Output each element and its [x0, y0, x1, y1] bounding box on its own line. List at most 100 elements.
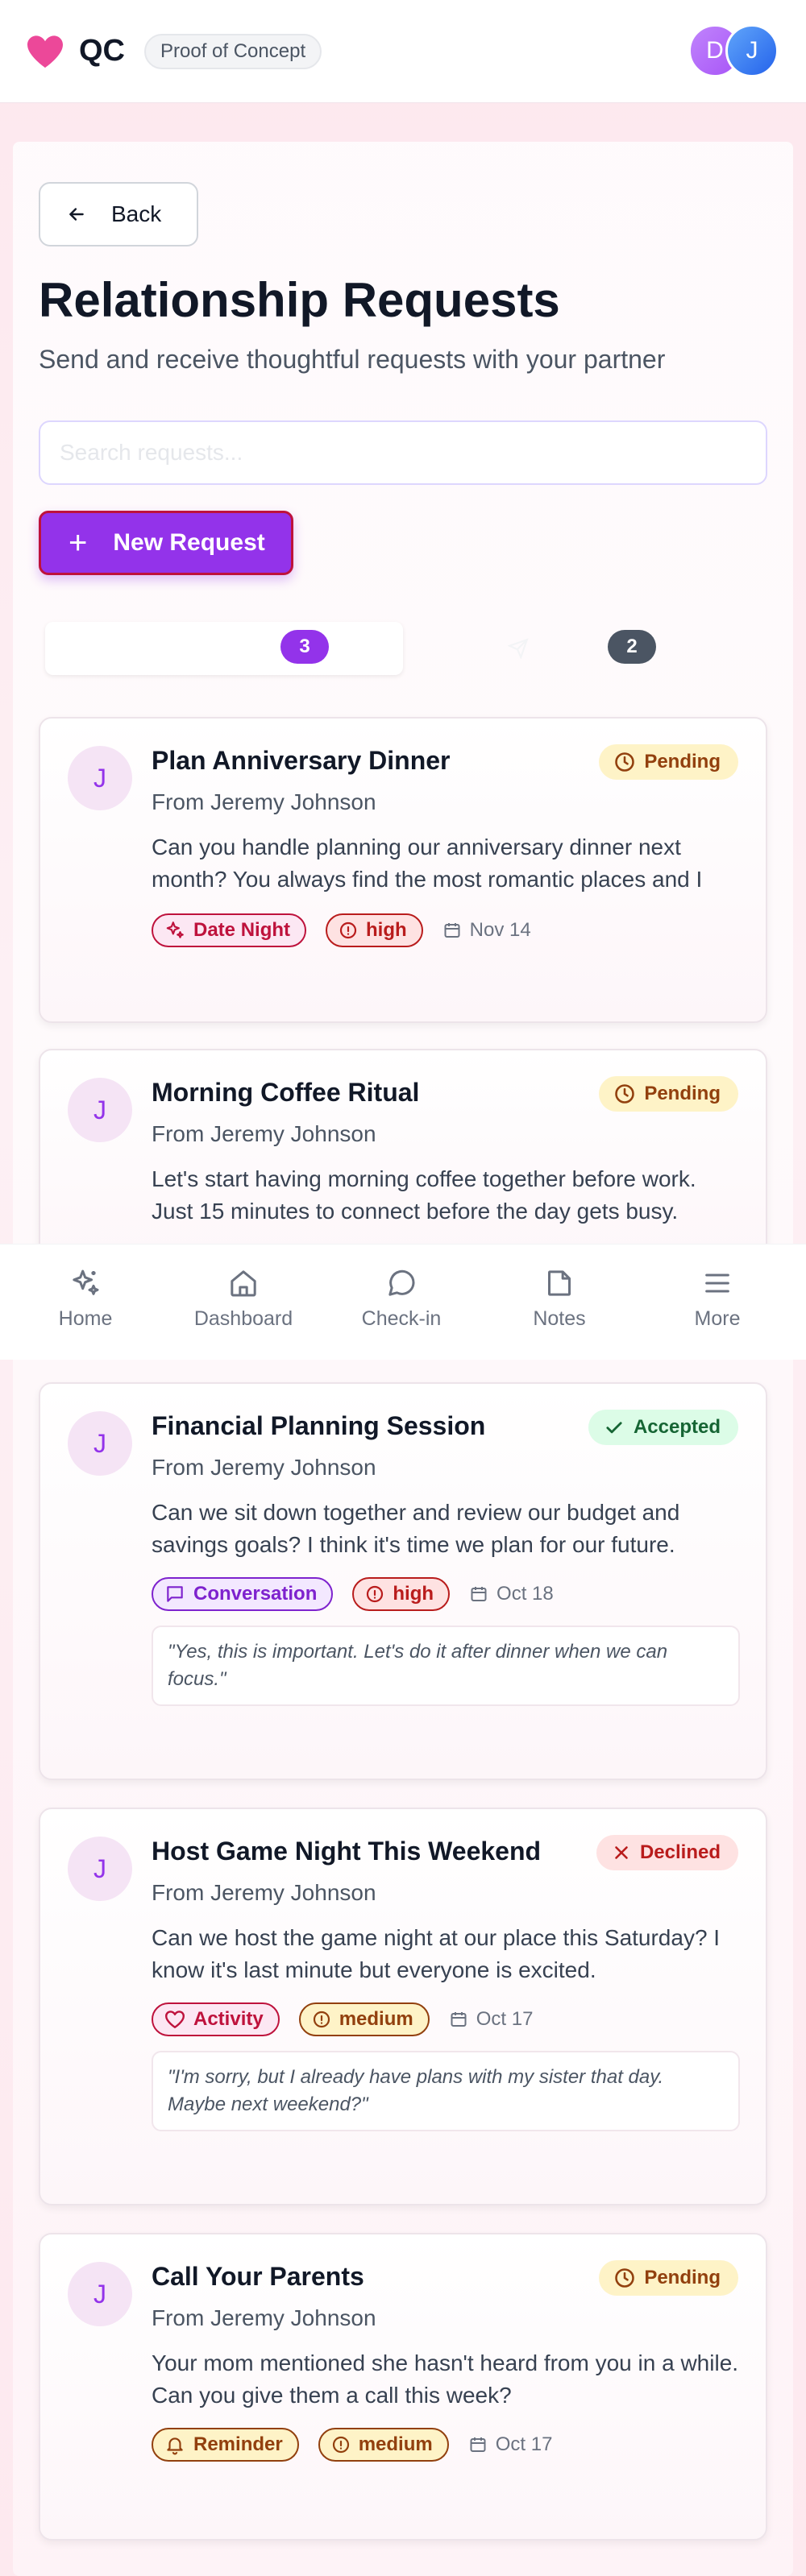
priority-badge: high	[352, 1577, 451, 1611]
nav-checkin-label: Check-in	[361, 1307, 442, 1330]
category-badge: Activity	[152, 2002, 280, 2036]
card-message: Can you handle planning our anniversary …	[152, 831, 740, 896]
request-card[interactable]: J Call Your Parents Pending From Jeremy …	[39, 2233, 767, 2541]
clock-icon	[615, 1084, 635, 1104]
due-date: Oct 18	[469, 1583, 554, 1605]
send-icon	[508, 638, 529, 659]
status-badge: Accepted	[588, 1410, 738, 1445]
priority-label: high	[393, 1583, 434, 1605]
priority-label: high	[366, 919, 407, 941]
due-date-label: Nov 14	[469, 919, 531, 941]
received-count-badge: 3	[280, 630, 329, 664]
card-title: Morning Coffee Ritual	[152, 1078, 420, 1107]
nav-home-label: Home	[58, 1307, 113, 1330]
request-card[interactable]: J Host Game Night This Weekend Declined …	[39, 1808, 767, 2205]
status-label: Pending	[644, 751, 721, 772]
sent-count-badge: 2	[608, 630, 656, 664]
tab-sent[interactable]: 2	[409, 622, 761, 675]
card-message-text: Can you handle planning our anniversary …	[152, 835, 703, 892]
nav-notes[interactable]: Notes	[480, 1267, 638, 1331]
card-sender: From Jeremy Johnson	[152, 789, 376, 814]
due-date: Nov 14	[442, 919, 531, 942]
search-input[interactable]	[39, 420, 767, 485]
category-label: Conversation	[193, 1583, 318, 1605]
poc-badge: Proof of Concept	[144, 33, 322, 69]
card-message: Your mom mentioned she hasn't heard from…	[152, 2350, 739, 2408]
status-badge: Pending	[599, 2260, 738, 2296]
partner-avatars[interactable]: D J	[688, 24, 780, 79]
message-square-icon	[167, 1586, 183, 1602]
request-card[interactable]: J Financial Planning Session Accepted Fr…	[39, 1382, 767, 1780]
alert-circle-icon	[332, 2436, 349, 2454]
menu-icon	[705, 1274, 729, 1293]
plus-icon: +	[69, 525, 88, 561]
status-label: Declined	[639, 1841, 721, 1863]
category-badge: Conversation	[152, 1577, 334, 1611]
card-title: Host Game Night This Weekend	[152, 1837, 542, 1866]
avatar[interactable]: J	[725, 24, 779, 77]
card-title: Financial Planning Session	[152, 1411, 486, 1440]
priority-label: medium	[358, 2433, 433, 2455]
request-card[interactable]: J Plan Anniversary Dinner Pending From J…	[39, 717, 767, 1023]
card-message: Let's start having morning coffee togeth…	[152, 1163, 740, 1228]
status-badge: Pending	[599, 1076, 738, 1112]
card-sender: From Jeremy Johnson	[152, 2305, 376, 2330]
nav-dashboard-label: Dashboard	[193, 1307, 293, 1330]
avatar: J	[68, 1078, 132, 1142]
nav-dashboard[interactable]: Dashboard	[164, 1267, 322, 1331]
clock-icon	[615, 752, 635, 772]
sparkles-icon	[166, 921, 184, 938]
due-date-label: Oct 17	[476, 2008, 534, 2030]
avatar: J	[68, 746, 132, 810]
priority-label: medium	[339, 2008, 413, 2030]
new-request-button[interactable]: + New Request	[39, 511, 293, 575]
calendar-icon	[444, 923, 460, 938]
category-badge: Reminder	[152, 2428, 299, 2462]
new-request-label: New Request	[113, 529, 265, 556]
category-label: Date Night	[193, 919, 290, 941]
arrow-left-icon	[69, 208, 84, 221]
calendar-icon	[470, 2437, 486, 2452]
bottom-nav: Home Dashboard Check-in Notes More	[0, 1244, 806, 1360]
card-tags: Reminder medium Oct 17	[152, 2428, 552, 2462]
nav-checkin[interactable]: Check-in	[322, 1267, 480, 1331]
x-icon	[615, 1846, 628, 1859]
nav-more[interactable]: More	[638, 1267, 796, 1331]
avatar: J	[68, 2262, 132, 2326]
card-sender: From Jeremy Johnson	[152, 1455, 376, 1480]
calendar-icon	[451, 2012, 467, 2027]
priority-badge: medium	[318, 2428, 449, 2462]
category-badge: Date Night	[152, 913, 306, 947]
due-date-label: Oct 17	[495, 2433, 553, 2455]
page-title: Relationship Requests	[39, 273, 560, 327]
card-message: Can we sit down together and review our …	[152, 1500, 680, 1557]
partner-response: "I'm sorry, but I already have plans wit…	[152, 2051, 740, 2131]
category-label: Activity	[193, 2008, 264, 2030]
nav-home[interactable]: Home	[6, 1267, 164, 1331]
home-icon	[231, 1270, 256, 1297]
request-tabs: 3 2	[39, 615, 767, 680]
alert-circle-icon	[339, 921, 357, 939]
brand-name[interactable]: QC	[79, 34, 125, 68]
category-label: Reminder	[193, 2433, 283, 2455]
tab-received[interactable]: 3	[45, 622, 403, 675]
priority-badge: high	[326, 913, 423, 947]
card-sender: From Jeremy Johnson	[152, 1121, 376, 1146]
card-tags: Conversation high Oct 18	[152, 1577, 554, 1611]
due-date-label: Oct 18	[496, 1583, 554, 1605]
status-label: Pending	[644, 2267, 721, 2288]
heart-icon	[164, 2011, 185, 2028]
due-date: Oct 17	[449, 2008, 534, 2031]
request-card[interactable]: J Morning Coffee Ritual Pending From Jer…	[39, 1049, 767, 1274]
alert-circle-icon	[313, 2011, 330, 2028]
check-icon	[606, 1422, 622, 1434]
calendar-icon	[471, 1587, 487, 1601]
heart-logo-icon	[27, 35, 63, 68]
clock-icon	[615, 2268, 635, 2288]
card-title: Call Your Parents	[152, 2262, 364, 2291]
app-header: QC Proof of Concept D J	[0, 0, 806, 103]
nav-more-label: More	[694, 1307, 741, 1330]
sparkles-icon	[73, 1269, 99, 1295]
back-button[interactable]: Back	[39, 182, 198, 246]
page-subtitle: Send and receive thoughtful requests wit…	[39, 345, 666, 374]
